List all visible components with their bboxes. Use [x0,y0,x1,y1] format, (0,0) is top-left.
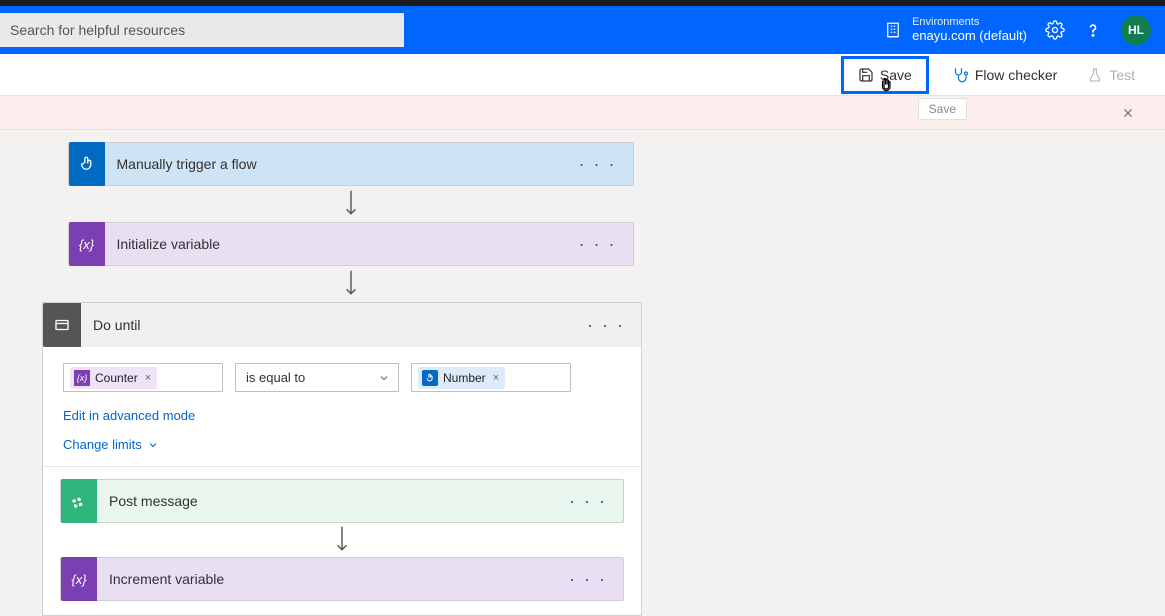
loop-icon [43,303,81,347]
condition-right-field[interactable]: Number × [411,363,571,392]
step-menu-icon[interactable]: · · · [571,315,641,336]
variable-icon: {x} [69,222,105,266]
remove-token-icon[interactable]: × [491,372,499,384]
step-menu-icon[interactable]: · · · [563,154,633,175]
step-post-message-title: Post message [97,493,553,509]
operator-label: is equal to [246,370,305,385]
cursor-icon [878,77,896,95]
close-icon[interactable] [1121,106,1135,120]
flow-checker-label: Flow checker [975,67,1057,83]
condition-left-field[interactable]: {x} Counter × [63,363,223,392]
input-token-number[interactable]: Number × [418,367,505,389]
do-until-header[interactable]: Do until · · · [43,303,641,347]
condition-row: {x} Counter × is equal to [63,363,621,392]
do-until-title: Do until [81,317,571,333]
flow-canvas: Manually trigger a flow · · · {x} Initia… [0,130,1165,616]
notification-bar: Save [0,96,1165,130]
building-icon [884,21,902,39]
test-label: Test [1109,67,1135,83]
step-menu-icon[interactable]: · · · [553,491,623,512]
token-label: Number [443,371,486,385]
remove-token-icon[interactable]: × [143,372,151,384]
step-trigger-title: Manually trigger a flow [105,156,563,172]
connector-arrow [68,266,634,302]
connector-arrow [68,186,634,222]
step-increment-variable-title: Increment variable [97,571,553,587]
env-name: enayu.com (default) [912,29,1027,44]
flow-checker-button[interactable]: Flow checker [943,60,1065,90]
change-limits-link[interactable]: Change limits [63,437,621,452]
chevron-down-icon [147,439,159,451]
touch-icon [422,370,438,386]
env-label: Environments [912,16,1027,29]
save-icon [858,67,874,83]
test-button[interactable]: Test [1079,61,1143,89]
help-icon[interactable] [1083,20,1103,40]
app-header: Environments enayu.com (default) HL [0,6,1165,54]
step-init-variable-title: Initialize variable [105,236,563,252]
action-bar: Save Flow checker Test [0,54,1165,96]
flask-icon [1087,67,1103,83]
token-label: Counter [95,371,138,385]
step-trigger[interactable]: Manually trigger a flow · · · [68,142,634,186]
variable-icon: {x} [74,370,90,386]
connector-arrow [60,523,624,557]
stethoscope-icon [951,66,969,84]
variable-icon: {x} [61,557,97,601]
avatar[interactable]: HL [1121,15,1151,45]
search-input[interactable] [0,13,404,47]
step-do-until[interactable]: Do until · · · {x} Counter × is equal to [42,302,642,616]
save-tooltip: Save [918,98,967,120]
environment-picker[interactable]: Environments enayu.com (default) [884,16,1027,44]
chevron-down-icon [378,372,390,384]
gear-icon[interactable] [1045,20,1065,40]
step-post-message[interactable]: Post message · · · [60,479,624,523]
edit-advanced-mode-link[interactable]: Edit in advanced mode [63,408,621,423]
variable-token-counter[interactable]: {x} Counter × [70,367,157,389]
step-increment-variable[interactable]: {x} Increment variable · · · [60,557,624,601]
step-init-variable[interactable]: {x} Initialize variable · · · [68,222,634,266]
slack-icon [61,479,97,523]
operator-select[interactable]: is equal to [235,363,399,392]
change-limits-label: Change limits [63,437,142,452]
touch-icon [69,142,105,186]
step-menu-icon[interactable]: · · · [563,234,633,255]
save-button[interactable]: Save [841,56,929,94]
step-menu-icon[interactable]: · · · [553,569,623,590]
